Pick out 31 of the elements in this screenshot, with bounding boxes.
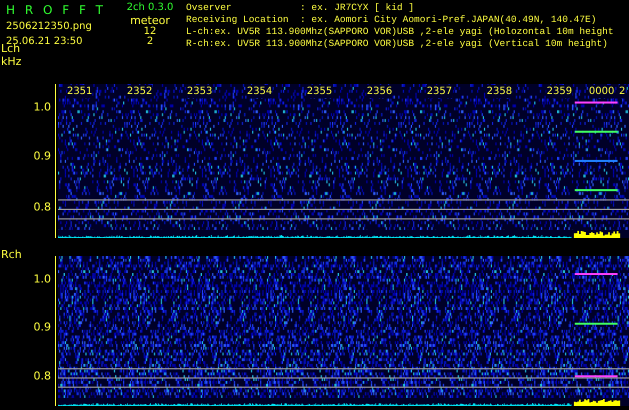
meteor-count: 12	[144, 27, 156, 37]
app-title: H R O F F T	[6, 2, 106, 18]
channel-label: Rch	[1, 248, 23, 261]
y-tick-label: 0.9	[34, 150, 51, 163]
version-label: 2ch 0.3.0	[126, 2, 174, 14]
info-value: : ex. JR7CYX [ kid ]	[300, 2, 414, 14]
channel-info: R-ch:ex. UV5R 113.900Mhz(SAPPORO VOR)USB ,2-ele yagi (Vertical 10m height)	[186, 38, 609, 50]
time-label: 2355	[306, 85, 332, 98]
y-tick-label: 0.9	[34, 320, 51, 333]
time-label: 2351	[66, 85, 92, 98]
time-label: 2359	[546, 85, 572, 98]
info-label: Ovserver	[186, 2, 233, 14]
y-tick-label: 0.8	[34, 200, 51, 214]
time-label: 2358	[486, 85, 512, 98]
channel-info: L-ch:ex. UV5R 113.900Mhz(SAPPORO VOR)USB ,2-ele yagi (Holozontal 10m height	[186, 26, 614, 38]
time-label: 2354	[246, 85, 272, 98]
time-label: 2352	[126, 85, 152, 98]
file-name: 2506212350.png	[6, 20, 93, 33]
y-tick-label: 0.8	[34, 370, 51, 382]
info-label: Receiving Location	[186, 14, 290, 26]
meteor-count: 2	[146, 37, 154, 47]
meteor-label: meteor	[130, 14, 170, 27]
y-tick-label: 1.0	[34, 100, 51, 114]
time-label: 2353	[186, 85, 212, 98]
time-label: 2357	[426, 85, 452, 98]
time-label: 2356	[366, 85, 392, 98]
time-label: 2	[618, 85, 626, 98]
time-label: 0000	[588, 85, 614, 98]
y-tick-label: 1.0	[34, 272, 51, 285]
unit-label: kHz	[1, 55, 22, 68]
info-value: : ex. Aomori City Aomori-Pref.JAPAN(40.49N, 140.47E)	[300, 14, 596, 26]
